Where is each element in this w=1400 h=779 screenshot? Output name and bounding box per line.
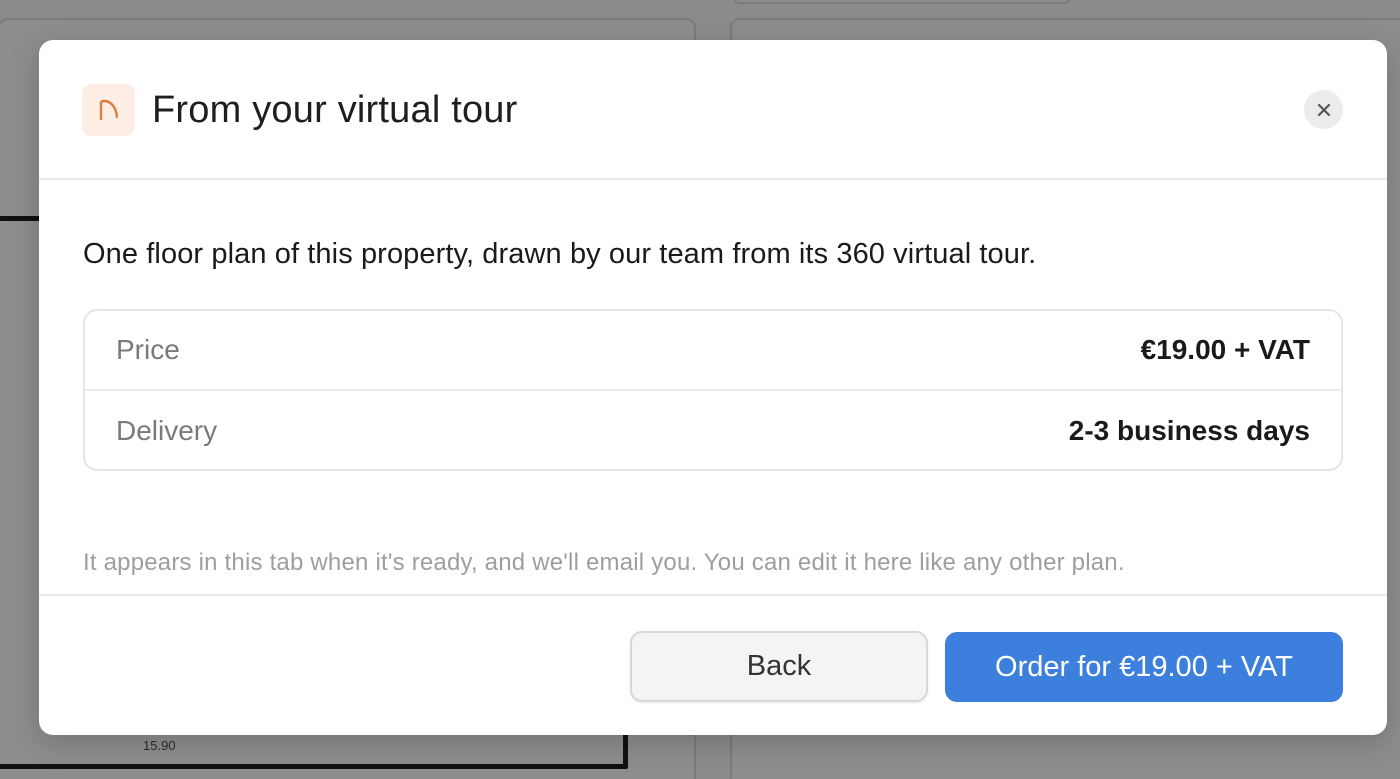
dialog-header: From your virtual tour xyxy=(39,40,1387,180)
back-button[interactable]: Back xyxy=(630,631,928,702)
close-icon xyxy=(1317,103,1330,116)
intro-text: One floor plan of this property, drawn b… xyxy=(83,238,1037,270)
dialog-footer: Back Order for €19.00 + VAT xyxy=(39,594,1387,735)
arc-doorway-icon xyxy=(82,84,135,136)
close-button[interactable] xyxy=(1304,90,1343,129)
order-details-table: Price €19.00 + VAT Delivery 2-3 business… xyxy=(83,309,1343,471)
detail-row-price: Price €19.00 + VAT xyxy=(85,311,1341,391)
price-value: €19.00 + VAT xyxy=(1140,334,1310,365)
dialog-body: One floor plan of this property, drawn b… xyxy=(39,182,1387,594)
order-button[interactable]: Order for €19.00 + VAT xyxy=(945,632,1343,702)
background-toolbar xyxy=(734,0,1070,4)
dialog-title: From your virtual tour xyxy=(152,89,518,131)
floorplan-dimension-label: 15.90 xyxy=(143,738,176,753)
delivery-label: Delivery xyxy=(116,415,218,446)
price-label: Price xyxy=(116,334,180,365)
delivery-note: It appears in this tab when it's ready, … xyxy=(83,549,1125,576)
virtual-tour-dialog: From your virtual tour One floor plan of… xyxy=(39,40,1387,735)
delivery-value: 2-3 business days xyxy=(1068,415,1310,446)
detail-row-delivery: Delivery 2-3 business days xyxy=(85,391,1341,471)
